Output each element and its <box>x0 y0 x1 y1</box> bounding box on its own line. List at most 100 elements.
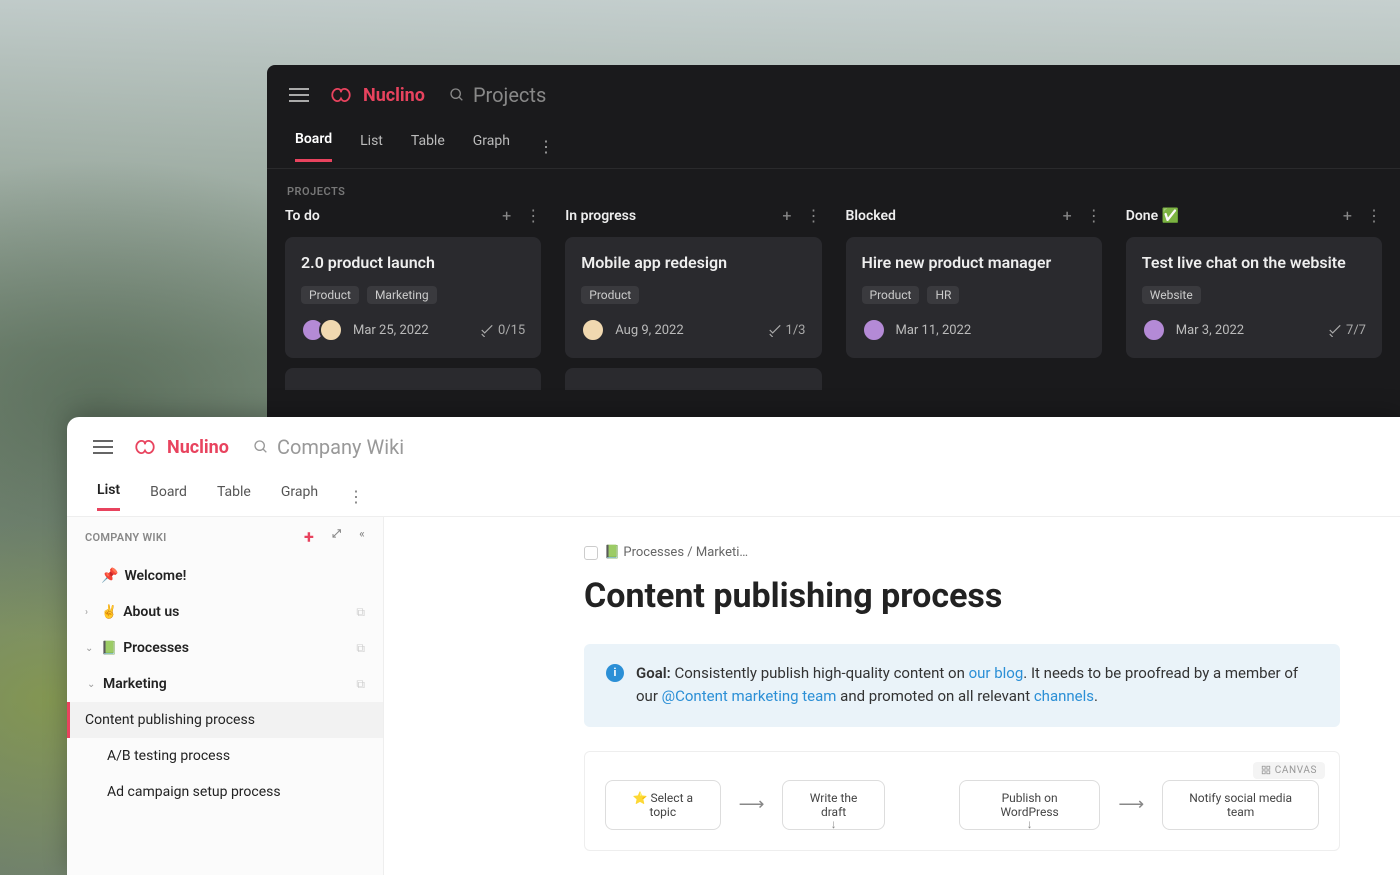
card-avatars <box>301 318 343 342</box>
flow-node[interactable]: ⭐ Select a topic <box>605 780 721 830</box>
pin-icon: 📌 <box>101 568 118 584</box>
light-topbar: Nuclino Company Wiki <box>67 417 1400 477</box>
canvas-badge: CANVAS <box>1253 762 1325 779</box>
sidebar-label: COMPANY WIKI <box>85 531 167 544</box>
sidebar-item-about[interactable]: ›✌️About us ⧉ <box>67 594 383 630</box>
link-our-blog[interactable]: our blog <box>969 664 1024 682</box>
column-title: Done ✅ <box>1126 208 1179 224</box>
flow-node[interactable]: Notify social media team <box>1162 780 1319 830</box>
card-stub[interactable] <box>565 368 821 390</box>
chevron-right-icon: › <box>85 607 95 618</box>
page-title: Content publishing process <box>584 576 1340 616</box>
card-tag: Product <box>862 286 920 304</box>
column-title: In progress <box>565 208 636 224</box>
card-stub[interactable] <box>285 368 541 390</box>
tabs-more-icon[interactable]: ⋮ <box>348 487 364 506</box>
card-date: Mar 11, 2022 <box>896 323 972 338</box>
column-header: To do + ⋮ <box>285 206 541 225</box>
card-tag: Website <box>1142 286 1201 304</box>
column-more-icon[interactable]: ⋮ <box>806 206 822 225</box>
flow-node[interactable]: Publish on WordPress ↓ <box>959 780 1101 830</box>
sidebar-item-processes[interactable]: ⌄📗Processes ⧉ <box>67 630 383 666</box>
sidebar-item-ad-campaign[interactable]: Ad campaign setup process <box>67 774 383 810</box>
card[interactable]: 2.0 product launch Product Marketing Mar… <box>285 237 541 358</box>
column-add-icon[interactable]: + <box>1063 206 1072 225</box>
column-add-icon[interactable]: + <box>502 206 511 225</box>
column-more-icon[interactable]: ⋮ <box>1086 206 1102 225</box>
brand-logo[interactable]: Nuclino <box>131 437 229 458</box>
column-add-icon[interactable]: + <box>1343 206 1352 225</box>
tab-graph[interactable]: Graph <box>473 133 510 161</box>
column-more-icon[interactable]: ⋮ <box>525 206 541 225</box>
goal-callout: i Goal: Consistently publish high-qualit… <box>584 644 1340 727</box>
menu-icon[interactable] <box>93 440 113 454</box>
card-tag: HR <box>927 286 959 304</box>
tab-table[interactable]: Table <box>217 484 251 510</box>
card-date: Mar 3, 2022 <box>1176 323 1244 338</box>
column-header: In progress + ⋮ <box>565 206 821 225</box>
card-tag: Product <box>581 286 639 304</box>
card-tag: Marketing <box>367 286 437 304</box>
brand-logo[interactable]: Nuclino <box>327 85 425 106</box>
chevron-down-icon: ⌄ <box>85 643 95 654</box>
section-label: PROJECTS <box>267 169 1400 206</box>
grid-icon <box>1261 765 1271 775</box>
sidebar-item-content-publishing[interactable]: Content publishing process <box>67 702 383 738</box>
search-field[interactable]: Projects <box>449 83 546 107</box>
column-add-icon[interactable]: + <box>782 206 791 225</box>
tab-list[interactable]: List <box>97 482 120 511</box>
checklist-icon <box>768 323 782 337</box>
chevron-down-icon: ⌄ <box>87 679 97 690</box>
flow-node[interactable]: Write the draft ↓ <box>782 780 884 830</box>
card-date: Mar 25, 2022 <box>353 323 429 338</box>
tabs-more-icon[interactable]: ⋮ <box>538 137 554 156</box>
card-date: Aug 9, 2022 <box>615 323 683 338</box>
tab-table[interactable]: Table <box>411 133 445 161</box>
expand-icon[interactable]: ⤢ <box>332 527 341 548</box>
sidebar-tree: 📌Welcome! ›✌️About us ⧉ ⌄📗Processes ⧉ ⌄M… <box>67 558 383 810</box>
search-icon <box>253 439 269 455</box>
sidebar-item-welcome[interactable]: 📌Welcome! <box>67 558 383 594</box>
checklist-icon <box>480 323 494 337</box>
search-icon <box>449 87 465 103</box>
tab-board[interactable]: Board <box>150 484 187 510</box>
sidebar-item-marketing[interactable]: ⌄Marketing ⧉ <box>67 666 383 702</box>
copy-icon[interactable]: ⧉ <box>356 641 365 656</box>
card-checklist-count: 7/7 <box>1328 323 1366 338</box>
add-item-icon[interactable]: + <box>304 527 314 548</box>
checkbox-icon[interactable] <box>584 546 598 560</box>
avatar <box>1142 318 1166 342</box>
dark-topbar: Nuclino Projects <box>267 65 1400 125</box>
arrow-right-icon: ⟶ <box>739 794 765 815</box>
document-area: 📗 Processes / Marketi… Content publishin… <box>384 517 1400 875</box>
breadcrumb[interactable]: 📗 Processes / Marketi… <box>584 545 1340 560</box>
tab-list[interactable]: List <box>360 133 383 161</box>
sidebar-header: COMPANY WIKI + ⤢ « <box>67 517 383 558</box>
card[interactable]: Test live chat on the website Website Ma… <box>1126 237 1382 358</box>
view-tabs: Board List Table Graph ⋮ <box>267 125 1400 169</box>
mention-content-team[interactable]: @Content marketing team <box>662 687 837 705</box>
tab-board[interactable]: Board <box>295 131 332 162</box>
checklist-icon <box>1328 323 1342 337</box>
column-title: To do <box>285 208 320 224</box>
column-inprogress: In progress + ⋮ Mobile app redesign Produ… <box>565 206 821 390</box>
card[interactable]: Hire new product manager Product HR Mar … <box>846 237 1102 358</box>
canvas-block[interactable]: CANVAS ⭐ Select a topic ⟶ Write the draf… <box>584 751 1340 851</box>
column-more-icon[interactable]: ⋮ <box>1366 206 1382 225</box>
search-placeholder: Projects <box>473 83 546 107</box>
view-tabs: List Board Table Graph ⋮ <box>67 477 1400 517</box>
arrow-down-icon: ↓ <box>831 817 837 831</box>
link-channels[interactable]: channels <box>1034 687 1094 705</box>
board-columns: To do + ⋮ 2.0 product launch Product Mark… <box>267 206 1400 390</box>
column-header: Done ✅ + ⋮ <box>1126 206 1382 225</box>
copy-icon[interactable]: ⧉ <box>356 677 365 692</box>
collapse-icon[interactable]: « <box>359 527 365 548</box>
goal-label: Goal: <box>636 664 671 682</box>
tab-graph[interactable]: Graph <box>281 484 318 510</box>
search-field[interactable]: Company Wiki <box>253 435 404 459</box>
menu-icon[interactable] <box>289 88 309 102</box>
copy-icon[interactable]: ⧉ <box>356 605 365 620</box>
sidebar-item-ab-testing[interactable]: A/B testing process <box>67 738 383 774</box>
card[interactable]: Mobile app redesign Product Aug 9, 2022 … <box>565 237 821 358</box>
column-header: Blocked +⋮ <box>846 206 1102 225</box>
